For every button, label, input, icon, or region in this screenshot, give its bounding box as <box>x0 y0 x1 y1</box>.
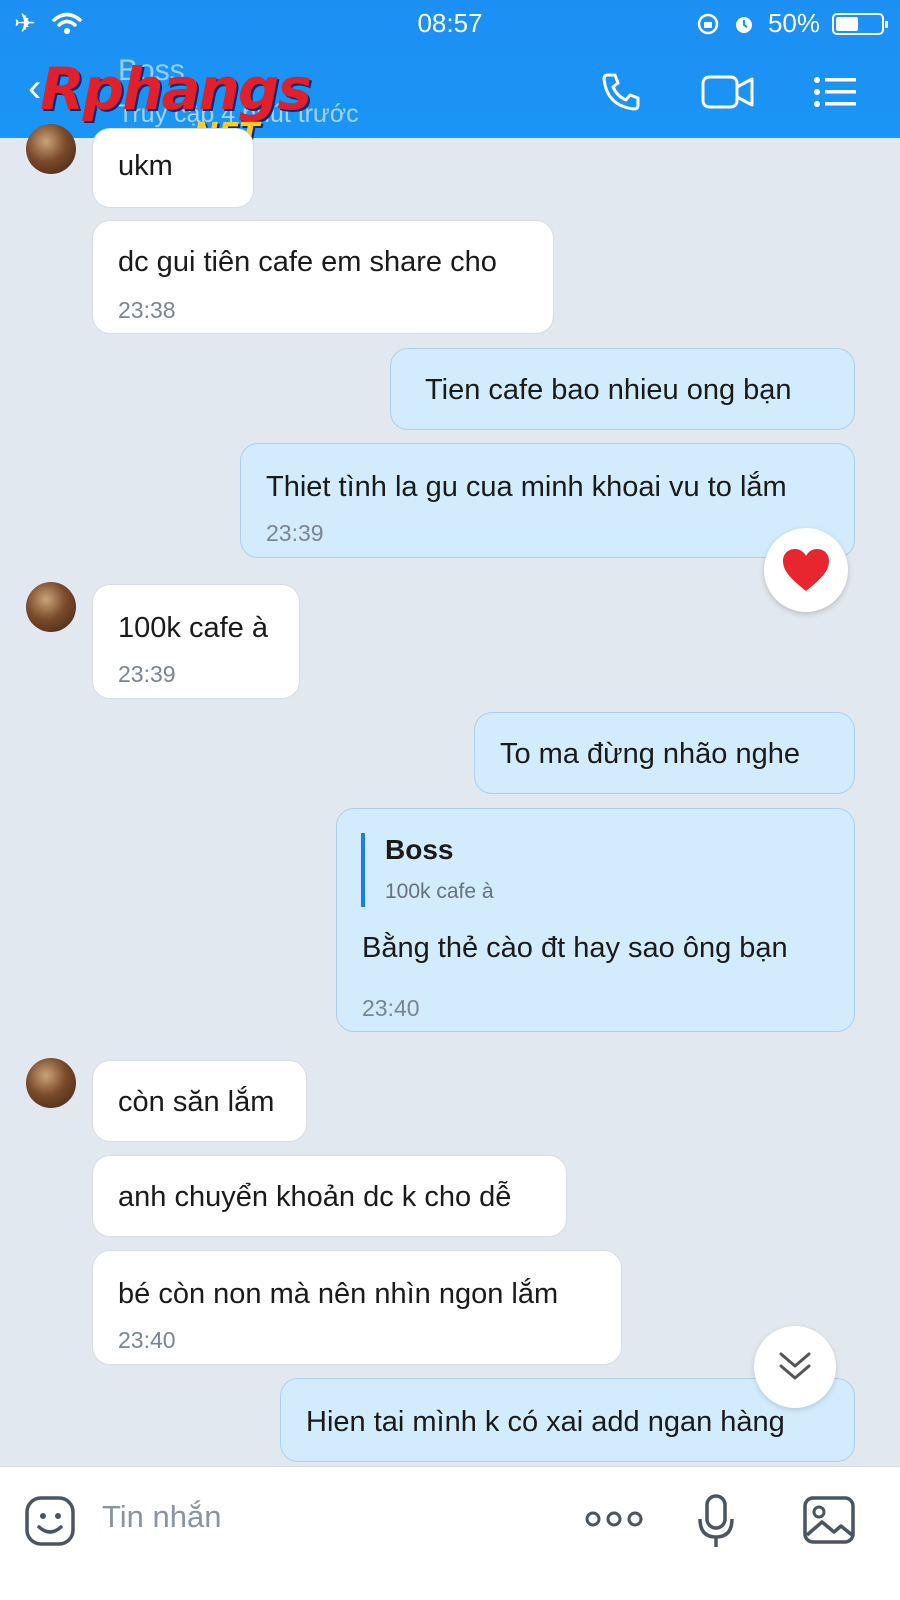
message-composer: Tin nhắn <box>0 1466 900 1600</box>
list-menu-icon <box>814 77 856 107</box>
more-options-button[interactable] <box>584 1507 644 1531</box>
contact-avatar[interactable] <box>26 582 76 632</box>
message-text: To ma đừng nhão nghe <box>500 738 800 770</box>
message-time: 23:39 <box>118 661 176 687</box>
message-time: 23:38 <box>118 297 176 323</box>
reply-quote-text: 100k cafe à <box>385 879 494 903</box>
message-text: Tien cafe bao nhieu ong bạn <box>425 374 792 406</box>
message-bubble-outgoing[interactable]: To ma đừng nhão nghe <box>474 712 855 794</box>
microphone-icon <box>698 1494 734 1547</box>
chat-header: ✈ 08:57 50% ‹ Boss Truy cập 4 phút trước <box>0 0 900 150</box>
message-time: 23:40 <box>118 1327 176 1353</box>
contact-avatar[interactable] <box>26 1058 76 1108</box>
orientation-lock-icon <box>697 13 719 34</box>
more-dots-icon <box>585 1511 643 1527</box>
battery-icon <box>832 12 888 35</box>
video-call-button[interactable] <box>700 70 756 114</box>
message-bubble-outgoing[interactable]: Boss 100k cafe à Bằng thẻ cào đt hay sao… <box>336 808 855 1032</box>
reply-quote-author: Boss <box>385 834 454 865</box>
message-bubble-incoming[interactable]: ukm <box>92 128 254 208</box>
message-bubble-outgoing[interactable]: Tien cafe bao nhieu ong bạn <box>390 348 855 430</box>
reaction-button[interactable] <box>764 528 848 612</box>
scroll-to-bottom-button[interactable] <box>754 1326 836 1408</box>
status-bar: ✈ 08:57 50% <box>0 6 900 42</box>
message-text: còn săn lắm <box>118 1086 275 1118</box>
message-bubble-outgoing[interactable]: Thiet tình la gu cua minh khoai vu to lắ… <box>240 443 855 558</box>
sticker-button[interactable] <box>24 1495 76 1547</box>
phone-call-button[interactable] <box>596 70 646 114</box>
message-bubble-incoming[interactable]: dc gui tiên cafe em share cho 23:38 <box>92 220 554 334</box>
message-input[interactable]: Tin nhắn <box>102 1499 222 1535</box>
menu-button[interactable] <box>810 70 860 114</box>
watermark-logo: Rphangs <box>40 55 312 123</box>
message-text: Hien tai mình k có xai add ngan hàng <box>306 1406 785 1438</box>
message-bubble-incoming[interactable]: anh chuyển khoản dc k cho dễ <box>92 1155 567 1237</box>
message-text: Thiet tình la gu cua minh khoai vu to lắ… <box>266 471 787 503</box>
message-bubble-incoming[interactable]: 100k cafe à 23:39 <box>92 584 300 699</box>
message-text: 100k cafe à <box>118 612 268 644</box>
message-text: bé còn non mà nên nhìn ngon lắm <box>118 1278 559 1310</box>
video-camera-icon <box>701 75 754 109</box>
image-gallery-icon <box>803 1496 855 1544</box>
message-time: 23:39 <box>266 520 324 546</box>
message-bubble-incoming[interactable]: còn săn lắm <box>92 1060 307 1142</box>
message-time: 23:40 <box>362 995 420 1021</box>
message-text: dc gui tiên cafe em share cho <box>118 246 497 278</box>
voice-record-button[interactable] <box>696 1493 736 1551</box>
reply-quote[interactable]: Boss 100k cafe à <box>361 833 494 907</box>
message-text: Bằng thẻ cào đt hay sao ông bạn <box>362 932 788 964</box>
alarm-icon <box>735 16 752 33</box>
double-chevron-down-icon <box>779 1352 811 1380</box>
image-picker-button[interactable] <box>802 1495 856 1545</box>
message-bubble-incoming[interactable]: bé còn non mà nên nhìn ngon lắm 23:40 <box>92 1250 622 1365</box>
emoji-sticker-icon <box>25 1496 75 1546</box>
message-text: anh chuyển khoản dc k cho dễ <box>118 1181 512 1213</box>
contact-avatar[interactable] <box>26 124 76 174</box>
battery-percent: 50% <box>767 8 820 38</box>
heart-icon <box>783 549 829 591</box>
message-text: ukm <box>118 150 173 182</box>
phone-icon <box>602 73 640 111</box>
